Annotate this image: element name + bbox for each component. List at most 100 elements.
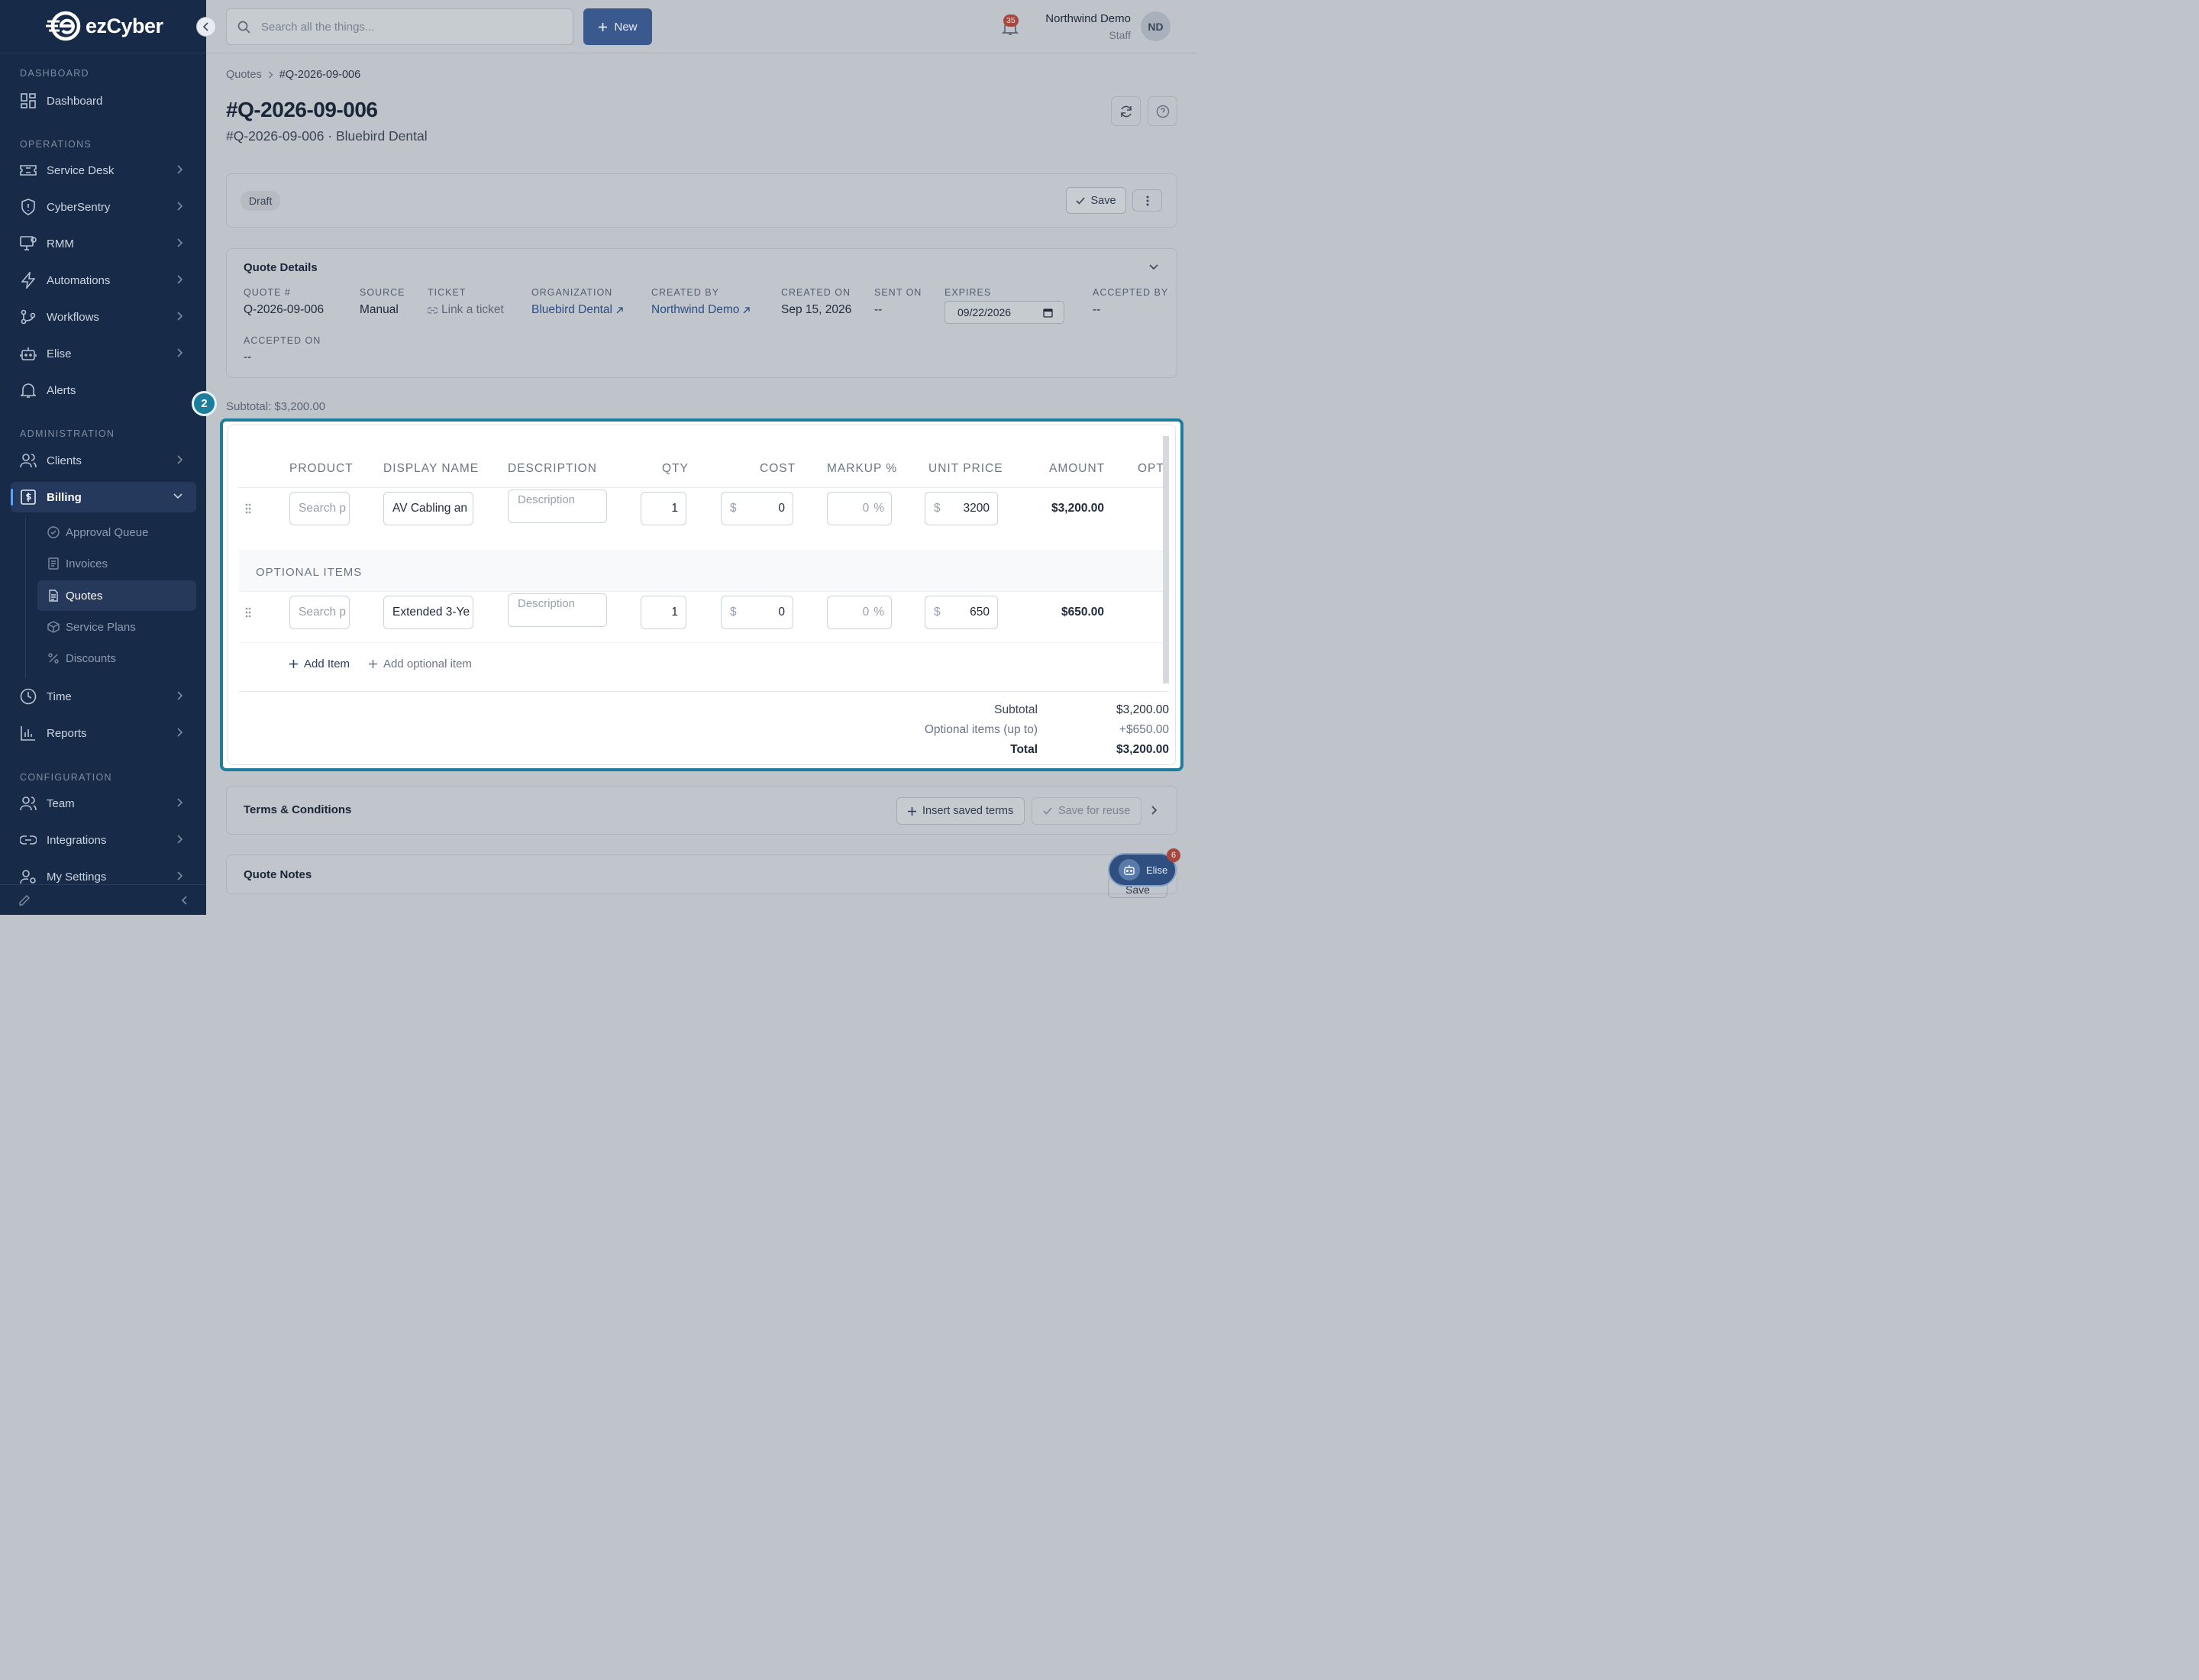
created-on-label: CREATED ON [781, 287, 851, 298]
shield-icon [20, 199, 37, 215]
more-actions-button[interactable] [1132, 189, 1162, 212]
markup-input[interactable]: 0% [827, 492, 892, 525]
nav-item-automations[interactable]: Automations [11, 265, 196, 296]
sub-item-quotes[interactable]: Quotes [37, 580, 196, 611]
add-optional-item-button[interactable]: Add optional item [369, 657, 472, 670]
user-avatar[interactable]: ND [1141, 11, 1171, 41]
expires-label: EXPIRES [945, 287, 992, 298]
cost-input[interactable]: $0 [721, 596, 793, 629]
breadcrumb-quotes-link[interactable]: Quotes [226, 69, 262, 81]
chevron-down-icon [173, 493, 182, 499]
nav-item-integrations[interactable]: Integrations [11, 825, 196, 855]
display-name-input[interactable]: AV Cabling an [383, 492, 473, 525]
description-textarea[interactable]: Description [508, 489, 607, 523]
cost-input[interactable]: $0 [721, 492, 793, 525]
save-button[interactable]: Save [1066, 187, 1126, 214]
qty-input[interactable]: 1 [641, 492, 686, 525]
accepted-by-label: ACCEPTED BY [1093, 287, 1169, 298]
nav-item-elise[interactable]: Elise [11, 338, 196, 369]
link-ticket-button[interactable]: Link a ticket [428, 303, 504, 317]
source-label: SOURCE [360, 287, 405, 298]
line-items-table[interactable]: PRODUCT DISPLAY NAME DESCRIPTION QTY COS… [239, 436, 1169, 683]
nav-item-cybersentry[interactable]: CyberSentry [11, 192, 196, 222]
created-by-label: CREATED BY [651, 287, 719, 298]
nav-item-reports[interactable]: Reports [11, 718, 196, 748]
external-link-icon [616, 306, 623, 314]
elise-badge: 6 [1167, 848, 1180, 862]
quote-number-value: Q-2026-09-006 [244, 303, 325, 316]
unit-price-input[interactable]: $3200 [925, 492, 998, 525]
unit-price-input[interactable]: $650 [925, 596, 998, 629]
table-scrollbar[interactable] [1163, 436, 1169, 683]
nav-label: Dashboard [47, 94, 103, 108]
workflow-icon [20, 309, 37, 325]
totals-divider [239, 691, 1169, 692]
qty-value: 1 [671, 606, 678, 619]
chevron-right-icon [176, 728, 182, 737]
user-name[interactable]: Northwind Demo [1045, 12, 1131, 25]
refresh-button[interactable] [1111, 96, 1141, 126]
pencil-icon[interactable] [18, 894, 31, 906]
chevron-down-icon[interactable] [1149, 264, 1158, 270]
product-search-input[interactable]: Search p [289, 492, 350, 525]
nav-item-service-desk[interactable]: Service Desk [11, 155, 196, 186]
display-name-input[interactable]: Extended 3-Ye [383, 596, 473, 629]
insert-terms-label: Insert saved terms [922, 805, 1014, 817]
nav-item-workflows[interactable]: Workflows [11, 302, 196, 332]
link-ticket-label: Link a ticket [441, 303, 504, 316]
markup-value: 0 [862, 502, 870, 515]
insert-saved-terms-button[interactable]: Insert saved terms [896, 797, 1025, 825]
calendar-icon[interactable] [1043, 308, 1053, 318]
description-textarea[interactable]: Description [508, 593, 607, 627]
nav-item-time[interactable]: Time [11, 681, 196, 712]
plus-icon [598, 22, 608, 32]
organization-label: ORGANIZATION [531, 287, 613, 298]
chevron-right-icon [176, 312, 182, 321]
elise-assistant-button[interactable]: Elise [1108, 853, 1177, 887]
help-circle-icon [1156, 105, 1170, 118]
nav-item-clients[interactable]: Clients [11, 445, 196, 476]
product-search-input[interactable]: Search p [289, 596, 350, 629]
nav-item-alerts[interactable]: Alerts [11, 375, 196, 405]
brand-logo[interactable]: ezCyber [46, 11, 163, 41]
accepted-on-value: -- [244, 351, 252, 363]
header-divider [239, 487, 1169, 488]
sub-item-approval-queue[interactable]: Approval Queue [37, 517, 196, 548]
help-button[interactable] [1148, 96, 1177, 126]
sub-item-service-plans[interactable]: Service Plans [37, 612, 196, 642]
check-icon [1076, 196, 1086, 205]
created-by-link[interactable]: Northwind Demo [651, 303, 751, 317]
add-item-button[interactable]: Add Item [289, 657, 350, 670]
markup-input[interactable]: 0% [827, 596, 892, 629]
expires-date-input[interactable]: 09/22/2026 [945, 301, 1064, 324]
nav-item-billing[interactable]: Billing [11, 482, 196, 512]
nav-item-rmm[interactable]: RMM [11, 228, 196, 259]
sub-item-discounts[interactable]: Discounts [37, 643, 196, 674]
drag-handle-icon[interactable] [245, 503, 251, 514]
nav-item-team[interactable]: Team [11, 788, 196, 819]
nav-item-dashboard[interactable]: Dashboard [11, 86, 196, 116]
cost-value: 0 [778, 502, 785, 515]
qty-input[interactable]: 1 [641, 596, 686, 629]
percent-icon [47, 652, 60, 664]
nav-label: Time [47, 690, 72, 703]
collapse-left-icon[interactable] [182, 895, 188, 905]
check-icon [1043, 807, 1052, 815]
sub-item-invoices[interactable]: Invoices [37, 548, 196, 579]
chevron-right-icon [176, 691, 182, 700]
save-for-reuse-button[interactable]: Save for reuse [1032, 797, 1142, 825]
new-button[interactable]: New [583, 8, 652, 45]
sidebar-collapse-button[interactable] [196, 17, 216, 37]
chevron-right-icon [268, 71, 273, 79]
more-vertical-icon [1146, 195, 1149, 206]
users-icon [20, 452, 37, 469]
global-search-input[interactable]: Search all the things... [226, 8, 573, 45]
currency-symbol: $ [730, 502, 737, 515]
ticket-icon [20, 162, 37, 179]
terms-title: Terms & Conditions [244, 803, 352, 816]
drag-handle-icon[interactable] [245, 607, 251, 618]
chevron-right-icon[interactable] [1151, 806, 1157, 815]
qty-value: 1 [671, 502, 678, 515]
organization-link[interactable]: Bluebird Dental [531, 303, 623, 317]
sent-on-label: SENT ON [874, 287, 922, 298]
